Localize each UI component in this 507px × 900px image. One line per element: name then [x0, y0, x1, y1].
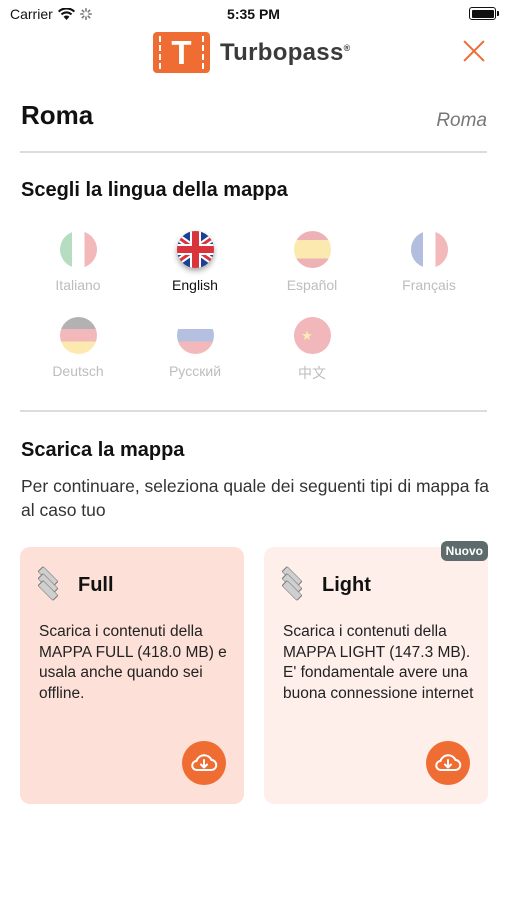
divider [20, 151, 487, 153]
italy-flag-icon [59, 231, 97, 268]
language-option-francais[interactable]: Français [374, 231, 484, 293]
status-bar: Carrier 5:35 PM [0, 0, 507, 28]
language-option-russian[interactable]: Рyсский [140, 317, 250, 379]
new-badge: Nuovo [440, 541, 488, 561]
germany-flag-icon [59, 317, 97, 354]
card-header: Full [34, 565, 114, 602]
close-button[interactable] [463, 40, 485, 62]
card-title: Light [322, 573, 371, 596]
china-flag-icon: ★ [293, 317, 331, 354]
spain-flag-icon [293, 231, 331, 268]
logo-mark-icon: T [153, 32, 210, 73]
download-full-button[interactable] [182, 741, 226, 785]
divider [20, 410, 487, 412]
card-description: Scarica i contenuti della MAPPA FULL (41… [39, 623, 227, 702]
download-description: Per continuare, seleziona quale dei segu… [21, 476, 489, 520]
city-title: Roma [21, 100, 94, 130]
map-option-full[interactable]: Full Scarica i contenuti della MAPPA FUL… [20, 547, 244, 804]
russia-flag-icon [176, 317, 214, 354]
france-flag-icon [410, 231, 448, 268]
language-option-deutsch[interactable]: Deutsch [23, 317, 133, 379]
battery-icon [469, 7, 499, 20]
cloud-download-icon [435, 754, 462, 771]
turbopass-logo: T Turbopass® [153, 32, 351, 73]
layers-icon [278, 565, 308, 602]
language-option-italiano[interactable]: Italiano [23, 231, 133, 293]
logo-text: Turbopass® [220, 38, 351, 66]
city-subtitle: Roma [436, 110, 487, 131]
cloud-download-icon [191, 754, 218, 771]
download-section-title: Scarica la mappa [21, 439, 185, 461]
language-option-english[interactable]: English [140, 231, 250, 293]
card-description: Scarica i contenuti della MAPPA LIGHT (1… [283, 623, 474, 702]
card-header: Light [278, 565, 371, 602]
download-light-button[interactable] [426, 741, 470, 785]
map-option-light[interactable]: Nuovo Light Scarica i contenuti della MA… [264, 541, 488, 804]
uk-flag-icon [176, 231, 214, 268]
header: T Turbopass® [0, 28, 507, 78]
card-title: Full [78, 573, 114, 596]
status-time: 5:35 PM [227, 6, 280, 22]
language-section-title: Scegli la lingua della mappa [21, 179, 288, 201]
layers-icon [34, 565, 64, 602]
language-option-espanol[interactable]: Español [257, 231, 367, 293]
language-option-chinese[interactable]: ★ 中文 [257, 317, 367, 383]
